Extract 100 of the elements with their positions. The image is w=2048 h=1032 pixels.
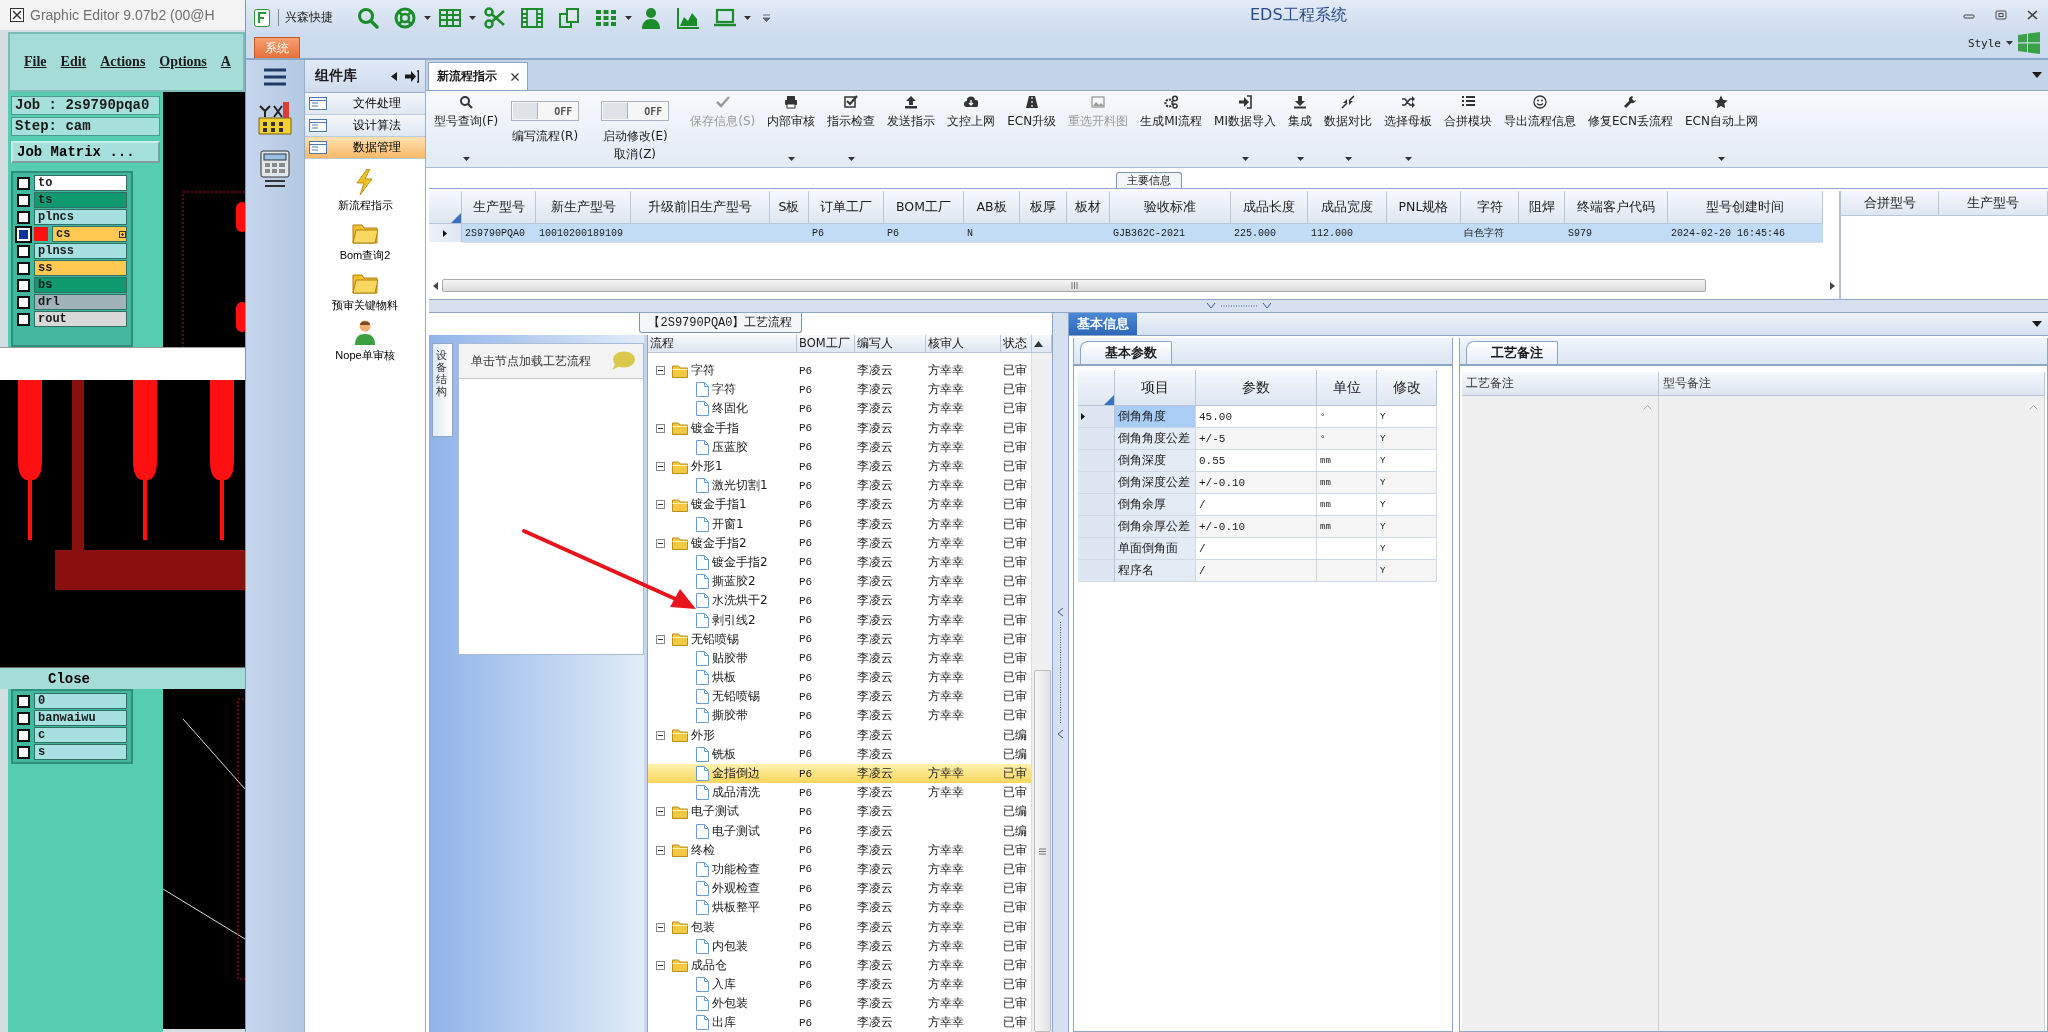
tree-row[interactable]: 铣板 P6 李凌云 已编 bbox=[648, 744, 1031, 764]
column-header[interactable]: 编写人 bbox=[855, 335, 926, 353]
column-header[interactable]: AB板 bbox=[964, 191, 1020, 224]
column-header[interactable]: 型号备注 bbox=[1659, 372, 2045, 396]
calculator-icon[interactable] bbox=[260, 150, 290, 188]
tree-label[interactable]: 撕胶带 bbox=[712, 707, 748, 725]
panel-tab[interactable]: 工艺备注 bbox=[1466, 341, 1558, 364]
column-header[interactable]: 型号创建时间 bbox=[1668, 191, 1823, 224]
tree-row[interactable]: 烘板整平 P6 李凌云 方幸幸 已审 bbox=[648, 898, 1031, 918]
toggle-switch[interactable]: OFF bbox=[511, 101, 580, 121]
scissors-icon[interactable] bbox=[483, 5, 507, 30]
collapse-icon[interactable] bbox=[656, 538, 665, 548]
tree-label[interactable]: 出库 bbox=[712, 1014, 736, 1032]
tree-label[interactable]: 电子测试 bbox=[691, 803, 739, 821]
collapse-icon[interactable] bbox=[656, 730, 665, 740]
tree-label[interactable]: 金指倒边 bbox=[712, 765, 760, 783]
tree-row[interactable]: 镀金手指2 P6 李凌云 方幸幸 已审 bbox=[648, 533, 1031, 553]
column-header[interactable]: 阻焊 bbox=[1519, 191, 1565, 224]
tree-label[interactable]: 镀金手指 bbox=[691, 419, 739, 437]
menu-item[interactable]: Edit bbox=[60, 54, 87, 70]
table-row[interactable]: 2S9790PQA0 10010200189109 P6 P6 N GJB362C-2021 225.000 112.000 白色字符 S979 2024-02-20 16:45:46 bbox=[429, 224, 1839, 243]
table-cell[interactable]: 倒角深度 bbox=[1115, 450, 1196, 472]
layer-name[interactable]: s bbox=[34, 744, 127, 760]
caret-icon[interactable] bbox=[787, 157, 795, 161]
collapse-icon[interactable] bbox=[656, 500, 665, 510]
tree-label[interactable]: 镀金手指2 bbox=[691, 534, 747, 552]
tree-label[interactable]: 成品仓 bbox=[691, 956, 727, 974]
tree-row[interactable]: 贴胶带 P6 李凌云 方幸幸 已审 bbox=[648, 648, 1031, 668]
layer-name[interactable]: bs bbox=[34, 277, 127, 293]
tree-row[interactable]: 压蓝胶 P6 李凌云 方幸幸 已审 bbox=[648, 437, 1031, 457]
layer-checkbox[interactable] bbox=[17, 176, 30, 190]
layer-name[interactable]: drl bbox=[34, 294, 127, 310]
collapse-icon[interactable] bbox=[656, 807, 665, 817]
toolbar-button[interactable]: 集成 bbox=[1282, 91, 1318, 167]
table-cell[interactable]: 倒角深度公差 bbox=[1115, 472, 1196, 494]
dropdown-icon[interactable] bbox=[2032, 72, 2042, 78]
tool-button[interactable]: Nope单审核 bbox=[335, 319, 395, 363]
toolbar-button[interactable]: 文控上网 bbox=[941, 91, 1002, 167]
caret-icon[interactable] bbox=[1296, 157, 1304, 161]
column-header[interactable]: 状态 bbox=[1001, 335, 1032, 353]
menu-icon[interactable] bbox=[264, 68, 286, 86]
column-header[interactable]: 成品宽度 bbox=[1308, 191, 1387, 224]
menu-item[interactable]: Actions bbox=[100, 54, 146, 70]
caret-icon[interactable] bbox=[1404, 157, 1412, 161]
column-header[interactable]: 新生产型号 bbox=[536, 191, 631, 224]
caret-icon[interactable] bbox=[424, 15, 431, 20]
tree-row[interactable]: 剥引线2 P6 李凌云 方幸幸 已审 bbox=[648, 610, 1031, 630]
collapse-icon[interactable] bbox=[656, 922, 665, 932]
table-cell[interactable]: 单面倒角面 bbox=[1115, 538, 1196, 560]
tree-label[interactable]: 外形1 bbox=[691, 458, 723, 476]
column-header[interactable]: 流程 bbox=[648, 335, 797, 353]
close-button[interactable]: Close bbox=[0, 667, 245, 689]
tree-label[interactable]: 开窗1 bbox=[712, 515, 744, 533]
toggle-switch[interactable]: OFF bbox=[601, 101, 670, 121]
tree-row[interactable]: 激光切割1 P6 李凌云 方幸幸 已审 bbox=[648, 476, 1031, 496]
tree-label[interactable]: 终固化 bbox=[712, 400, 748, 418]
tree-label[interactable]: 外包装 bbox=[712, 995, 748, 1013]
layer-name[interactable]: plnss bbox=[34, 243, 127, 259]
collapse-icon[interactable] bbox=[656, 366, 665, 376]
column-header[interactable]: 参数 bbox=[1196, 370, 1317, 406]
collapse-icon[interactable] bbox=[656, 960, 665, 970]
layer-name[interactable]: c bbox=[34, 727, 127, 743]
close-icon[interactable] bbox=[511, 72, 519, 81]
caret-icon[interactable] bbox=[1717, 157, 1725, 161]
menu-item[interactable]: File bbox=[24, 54, 47, 70]
toolbar-button[interactable]: 选择母板 bbox=[1378, 91, 1438, 167]
film-icon[interactable] bbox=[520, 5, 544, 30]
lifebuoy-icon[interactable] bbox=[393, 5, 417, 30]
tree-label[interactable]: 烘板整平 bbox=[712, 899, 760, 917]
area-chart-icon[interactable] bbox=[676, 5, 700, 30]
close-icon[interactable] bbox=[2027, 10, 2038, 20]
tree-label[interactable]: 包装 bbox=[691, 918, 715, 936]
tree-row[interactable]: 功能检查 P6 李凌云 方幸幸 已审 bbox=[648, 859, 1031, 880]
panel-tab[interactable]: 基本参数 bbox=[1080, 341, 1172, 364]
tree-row[interactable]: 金指倒边 P6 李凌云 方幸幸 已审 bbox=[648, 763, 1031, 784]
layer-name[interactable]: cs bbox=[52, 226, 127, 242]
caret-icon[interactable] bbox=[2006, 41, 2013, 45]
tree-label[interactable]: 成品清洗 bbox=[712, 784, 760, 802]
tree-row[interactable]: 外包装 P6 李凌云 方幸幸 已审 bbox=[648, 994, 1031, 1014]
toolbar-button[interactable]: 合拼模块 bbox=[1438, 91, 1498, 167]
dropdown-icon[interactable] bbox=[2032, 321, 2042, 327]
restore-icon[interactable] bbox=[1995, 10, 2007, 20]
column-header[interactable]: 工艺备注 bbox=[1462, 372, 1659, 396]
category-item[interactable]: 文件处理 bbox=[305, 93, 425, 115]
tree-label[interactable]: 内包装 bbox=[712, 937, 748, 955]
toolbar-button[interactable]: 修复ECN丢流程 bbox=[1582, 91, 1679, 167]
tree-row[interactable]: 入库 P6 李凌云 方幸幸 已审 bbox=[648, 975, 1031, 995]
tree-label[interactable]: 激光切割1 bbox=[712, 477, 768, 495]
layer-name[interactable]: banwaiwu bbox=[34, 710, 127, 726]
column-header[interactable]: 板材 bbox=[1067, 191, 1110, 224]
column-header[interactable]: 升级前旧生产型号 bbox=[631, 191, 770, 224]
user-icon[interactable] bbox=[639, 5, 663, 30]
tree-label[interactable]: 镀金手指1 bbox=[691, 496, 747, 514]
tree-row[interactable]: 镀金手指2 P6 李凌云 方幸幸 已审 bbox=[648, 552, 1031, 573]
layer-checkbox[interactable] bbox=[17, 745, 30, 759]
toolbar-button[interactable]: 发送指示 bbox=[881, 91, 942, 167]
table-cell[interactable]: 倒角角度 bbox=[1115, 406, 1196, 428]
column-header[interactable]: 终端客户代码 bbox=[1565, 191, 1668, 224]
tree-label[interactable]: 水洗烘干2 bbox=[712, 592, 768, 610]
tool-button[interactable]: Bom查询2 bbox=[339, 219, 391, 263]
